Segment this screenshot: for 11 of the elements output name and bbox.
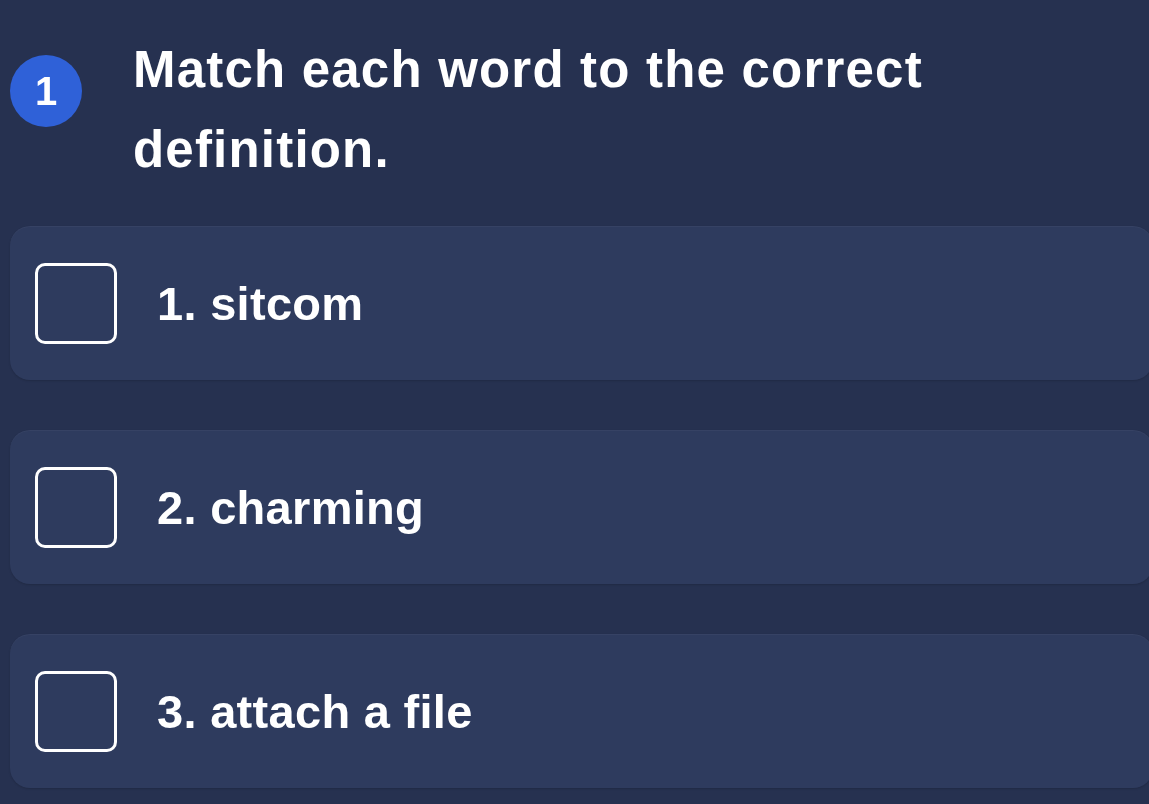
- option-card[interactable]: 3. attach a file: [10, 634, 1149, 788]
- option-label: 2. charming: [157, 479, 425, 535]
- option-label: 1. sitcom: [157, 275, 364, 331]
- option-card[interactable]: 1. sitcom: [10, 226, 1149, 380]
- checkbox[interactable]: [35, 670, 117, 752]
- option-card[interactable]: 2. charming: [10, 430, 1149, 584]
- question-prompt: Match each word to the correct definition.: [133, 40, 924, 180]
- checkbox[interactable]: [35, 466, 117, 548]
- question-number-badge: 1: [10, 55, 82, 127]
- option-label: 3. attach a file: [157, 683, 473, 739]
- checkbox[interactable]: [35, 262, 117, 344]
